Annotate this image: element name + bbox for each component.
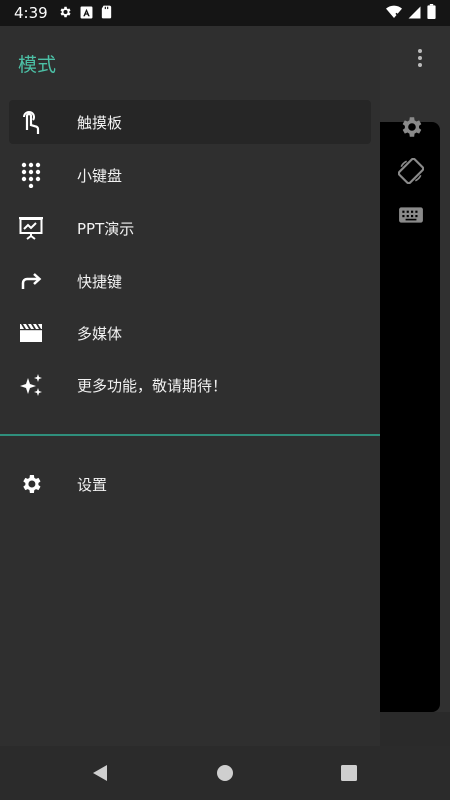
status-time: 4:39 [14, 4, 48, 22]
signal-icon [408, 4, 421, 23]
sdcard-status-icon [101, 4, 112, 23]
touchpad-icon [18, 109, 44, 135]
status-bar: 4:39 [0, 0, 450, 26]
menu-label-settings: 设置 [77, 475, 108, 494]
wifi-icon [386, 4, 402, 23]
presentation-icon [18, 215, 44, 241]
menu-label-multimedia: 多媒体 [77, 324, 123, 343]
menu-item-ppt[interactable]: PPT演示 [9, 206, 371, 250]
overflow-menu-icon[interactable] [410, 46, 430, 70]
nav-recents-button[interactable] [319, 746, 379, 800]
navigation-drawer: 模式 触摸板 小键盘 PPT演示 快捷键 多媒体 更多功能，敬请期待！ 设置 [0, 26, 380, 746]
drawer-title: 模式 [18, 54, 57, 76]
nav-back-button[interactable] [70, 746, 130, 800]
menu-label-more: 更多功能，敬请期待！ [77, 376, 228, 395]
keyboard-icon[interactable] [398, 202, 424, 228]
menu-label-ppt: PPT演示 [77, 219, 135, 238]
menu-item-multimedia[interactable]: 多媒体 [9, 311, 371, 355]
menu-item-more[interactable]: 更多功能，敬请期待！ [9, 363, 371, 407]
menu-label-touchpad: 触摸板 [77, 113, 123, 132]
menu-item-settings[interactable]: 设置 [9, 462, 371, 506]
settings-gear-icon[interactable] [398, 114, 424, 140]
redo-arrow-icon [18, 268, 44, 294]
nav-home-button[interactable] [195, 746, 255, 800]
dialpad-icon [18, 162, 44, 188]
gear-icon [18, 471, 44, 497]
system-nav-bar [0, 746, 450, 800]
menu-item-touchpad[interactable]: 触摸板 [9, 100, 371, 144]
menu-label-dialpad: 小键盘 [77, 166, 123, 185]
font-status-icon [80, 4, 93, 23]
drawer-divider [0, 434, 380, 436]
settings-status-icon [58, 4, 72, 23]
battery-icon [427, 3, 436, 23]
screen-rotation-icon[interactable] [397, 157, 425, 185]
menu-label-shortcuts: 快捷键 [77, 272, 123, 291]
menu-item-shortcuts[interactable]: 快捷键 [9, 259, 371, 303]
clapperboard-icon [18, 320, 44, 346]
sparkle-icon [18, 372, 44, 398]
menu-item-dialpad[interactable]: 小键盘 [9, 153, 371, 197]
